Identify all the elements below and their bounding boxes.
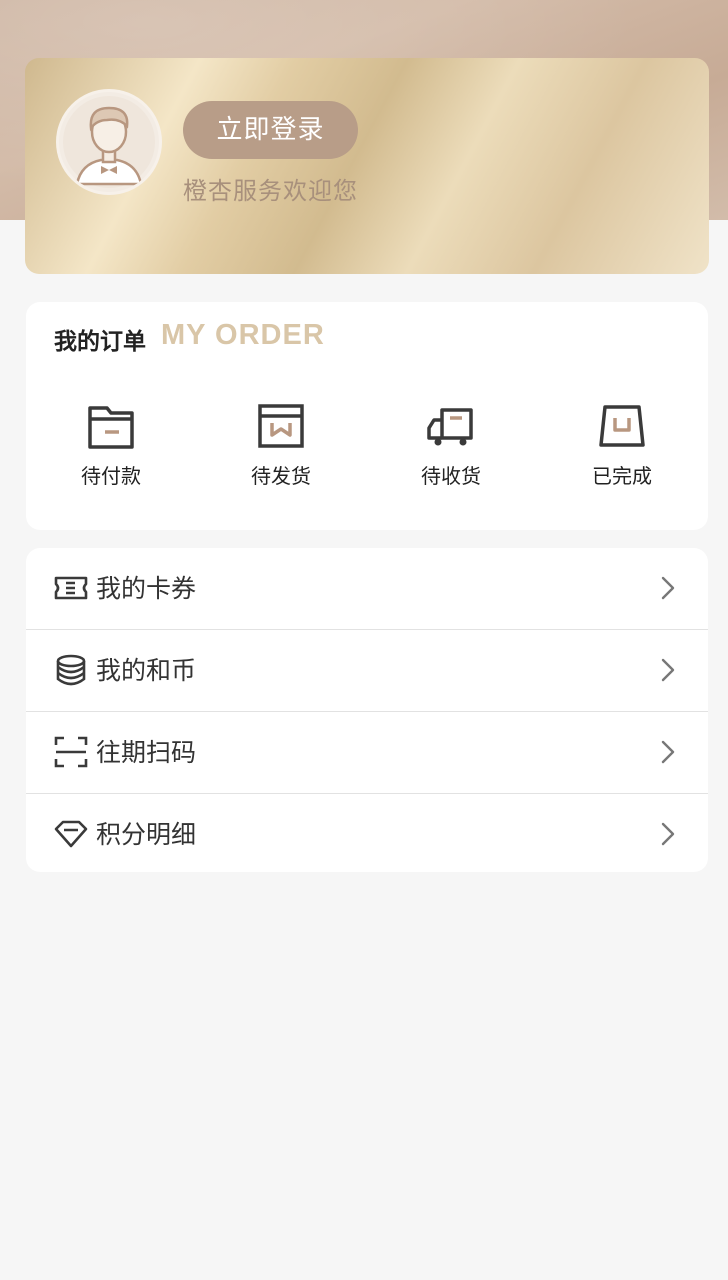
order-completed[interactable]: 已完成 bbox=[562, 400, 682, 500]
menu-item-label: 积分明细 bbox=[96, 820, 197, 849]
login-button[interactable]: 立即登录 bbox=[183, 101, 358, 159]
order-title: 我的订单 bbox=[54, 329, 146, 355]
order-item-label: 已完成 bbox=[592, 464, 652, 488]
welcome-text: 橙杏服务欢迎您 bbox=[183, 177, 358, 205]
avatar[interactable] bbox=[59, 92, 159, 192]
truck-icon bbox=[427, 408, 473, 446]
diamond-icon bbox=[54, 820, 88, 848]
menu-item-coins[interactable]: 我的和币 bbox=[26, 630, 708, 712]
menu-item-label: 往期扫码 bbox=[96, 738, 197, 767]
chevron-right-icon bbox=[661, 740, 675, 764]
scan-icon bbox=[54, 736, 88, 768]
order-item-label: 待收货 bbox=[421, 464, 481, 488]
wallet-icon bbox=[88, 406, 134, 449]
order-pending-shipment[interactable]: 待发货 bbox=[221, 400, 341, 500]
menu-item-coupons[interactable]: 我的卡券 bbox=[26, 548, 708, 630]
menu-item-label: 我的和币 bbox=[96, 656, 197, 685]
menu-item-label: 我的卡券 bbox=[96, 574, 197, 603]
order-item-label: 待付款 bbox=[81, 464, 141, 488]
chevron-right-icon bbox=[661, 658, 675, 682]
menu-item-points[interactable]: 积分明细 bbox=[26, 794, 708, 872]
package-icon bbox=[258, 404, 304, 448]
chevron-right-icon bbox=[661, 576, 675, 600]
profile-card: 立即登录 橙杏服务欢迎您 bbox=[25, 58, 709, 274]
order-subtitle: MY ORDER bbox=[161, 319, 325, 351]
order-pending-payment[interactable]: 待付款 bbox=[51, 400, 171, 500]
chevron-right-icon bbox=[661, 822, 675, 846]
coins-icon bbox=[56, 654, 86, 686]
menu-item-scan-history[interactable]: 往期扫码 bbox=[26, 712, 708, 794]
menu-card: 我的卡券 我的和币 往期扫码 积分明细 bbox=[26, 548, 708, 872]
user-avatar-icon bbox=[63, 96, 155, 188]
order-pending-receipt[interactable]: 待收货 bbox=[391, 400, 511, 500]
bag-icon bbox=[599, 405, 645, 447]
order-card: 我的订单 MY ORDER 待付款 待发货 待收货 已完成 bbox=[26, 302, 708, 530]
ticket-icon bbox=[54, 576, 88, 600]
order-item-label: 待发货 bbox=[251, 464, 311, 488]
